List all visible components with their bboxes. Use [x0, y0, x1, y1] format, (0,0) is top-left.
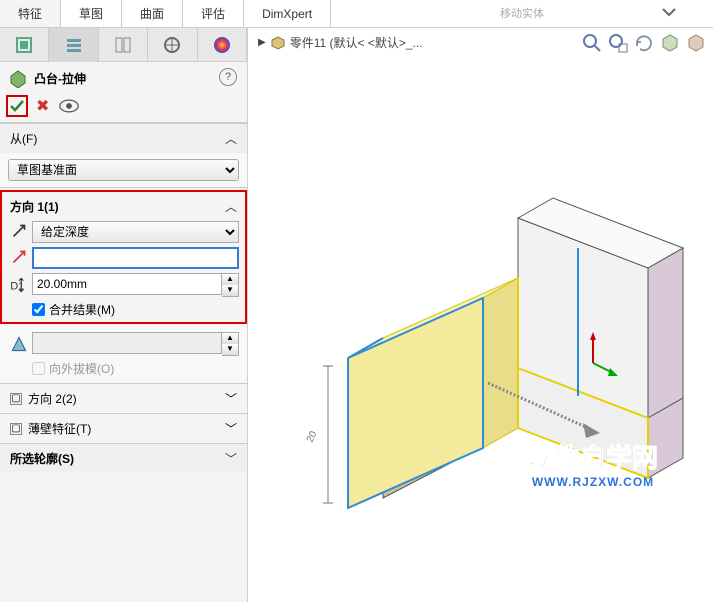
section-direction2[interactable]: ▢ 方向 2(2) ﹀ [0, 383, 247, 413]
depth-spin-down[interactable]: ▼ [222, 285, 238, 296]
direction-selection-input[interactable] [32, 247, 239, 269]
section-direction1: 方向 1(1) ︿ 给定深度 [0, 187, 247, 383]
draft-outward-row[interactable]: 向外拔模(O) [32, 360, 239, 377]
display-style-icon[interactable] [685, 32, 707, 54]
cancel-button[interactable]: ✖ [36, 96, 49, 116]
ribbon-tab-feature[interactable]: 特征 [0, 0, 61, 27]
merge-checkbox[interactable] [32, 303, 45, 316]
draft-angle-input[interactable] [32, 332, 222, 354]
preview-button[interactable] [59, 99, 79, 113]
separator-icon [685, 2, 705, 22]
section-contours: 所选轮廓(S) ﹀ [0, 443, 247, 473]
ribbon-tab-evaluate[interactable]: 评估 [183, 0, 244, 27]
feature-tree-flyout[interactable]: ▶ 零件11 (默认< <默认>_... [258, 34, 423, 51]
ribbon-tab-surface[interactable]: 曲面 [122, 0, 183, 27]
graphics-viewport[interactable]: ▶ 零件11 (默认< <默认>_... [248, 28, 713, 602]
dropdown-icon[interactable] [659, 2, 679, 22]
section-contours-header[interactable]: 所选轮廓(S) ﹀ [0, 444, 247, 473]
section-from: 从(F) ︿ 草图基准面 [0, 123, 247, 187]
ribbon-tab-bar: 特征 草图 曲面 评估 DimXpert 移动实体 [0, 0, 713, 28]
pm-tab-row [0, 28, 247, 62]
watermark-title: 软件自学网 [528, 438, 658, 475]
merge-checkbox-row[interactable]: 合并结果(M) [32, 301, 239, 318]
chevron-down-icon: ﹀ [225, 390, 237, 407]
breadcrumb-text: 零件11 (默认< <默认>_... [290, 34, 423, 51]
part-icon [270, 35, 286, 51]
view-tools [581, 32, 707, 54]
reverse-direction-icon[interactable] [8, 221, 30, 243]
watermark-url: WWW.RJZXW.COM [528, 475, 658, 489]
section-dir1-header[interactable]: 方向 1(1) ︿ [8, 196, 239, 217]
toolbar-hint: 移动实体 [331, 0, 713, 27]
ribbon-tab-dimxpert[interactable]: DimXpert [244, 0, 331, 27]
expand-icon: ▢ [10, 393, 22, 405]
extrude-icon [8, 68, 28, 88]
rotate-view-icon[interactable] [633, 32, 655, 54]
chevron-down-icon: ﹀ [225, 420, 237, 437]
ribbon-right-controls [659, 2, 705, 22]
draft-spin-down[interactable]: ▼ [222, 344, 238, 355]
pm-tab-appearance[interactable] [198, 28, 247, 62]
draft-outward-checkbox [32, 362, 45, 375]
chevron-up-icon: ︿ [225, 130, 237, 147]
feature-title-row: 凸台-拉伸 ? [0, 62, 247, 94]
pm-tab-property[interactable] [49, 28, 98, 62]
section-dir2-label: 方向 2(2) [28, 390, 77, 407]
confirm-row: ✖ [0, 94, 247, 123]
depth-icon: D1 [8, 274, 30, 296]
section-thin-label: 薄壁特征(T) [28, 420, 91, 437]
pm-tab-config[interactable] [99, 28, 148, 62]
expand-icon: ▢ [10, 423, 22, 435]
ribbon-tab-sketch[interactable]: 草图 [61, 0, 122, 27]
direction-arrow-icon [8, 247, 30, 269]
svg-text:20: 20 [305, 429, 320, 444]
pm-tab-feature-tree[interactable] [0, 28, 49, 62]
depth-input[interactable] [32, 273, 222, 295]
property-manager: 凸台-拉伸 ? ✖ 从(F) ︿ 草图基准面 [0, 28, 248, 602]
from-dropdown[interactable]: 草图基准面 [8, 159, 239, 181]
depth-spin-up[interactable]: ▲ [222, 274, 238, 285]
section-from-label: 从(F) [10, 130, 37, 147]
expand-arrow-icon[interactable]: ▶ [258, 37, 266, 48]
section-contours-label: 所选轮廓(S) [10, 450, 74, 467]
zoom-fit-icon[interactable] [581, 32, 603, 54]
section-thin-feature[interactable]: ▢ 薄壁特征(T) ﹀ [0, 413, 247, 443]
help-button[interactable]: ? [219, 68, 237, 86]
ok-button[interactable] [8, 97, 26, 115]
section-view-icon[interactable] [659, 32, 681, 54]
zoom-area-icon[interactable] [607, 32, 629, 54]
watermark: 软件自学网 WWW.RJZXW.COM [528, 438, 658, 489]
merge-label: 合并结果(M) [49, 301, 115, 318]
end-condition-dropdown[interactable]: 给定深度 [32, 221, 239, 243]
draft-icon[interactable] [8, 333, 30, 355]
section-from-header[interactable]: 从(F) ︿ [0, 124, 247, 153]
section-dir1-label: 方向 1(1) [10, 198, 59, 215]
chevron-down-icon: ﹀ [225, 450, 237, 467]
feature-title-text: 凸台-拉伸 [34, 70, 86, 87]
draft-spin-up[interactable]: ▲ [222, 333, 238, 344]
draft-outward-label: 向外拔模(O) [49, 360, 114, 377]
pm-tab-dim[interactable] [148, 28, 197, 62]
chevron-up-icon: ︿ [225, 198, 237, 215]
